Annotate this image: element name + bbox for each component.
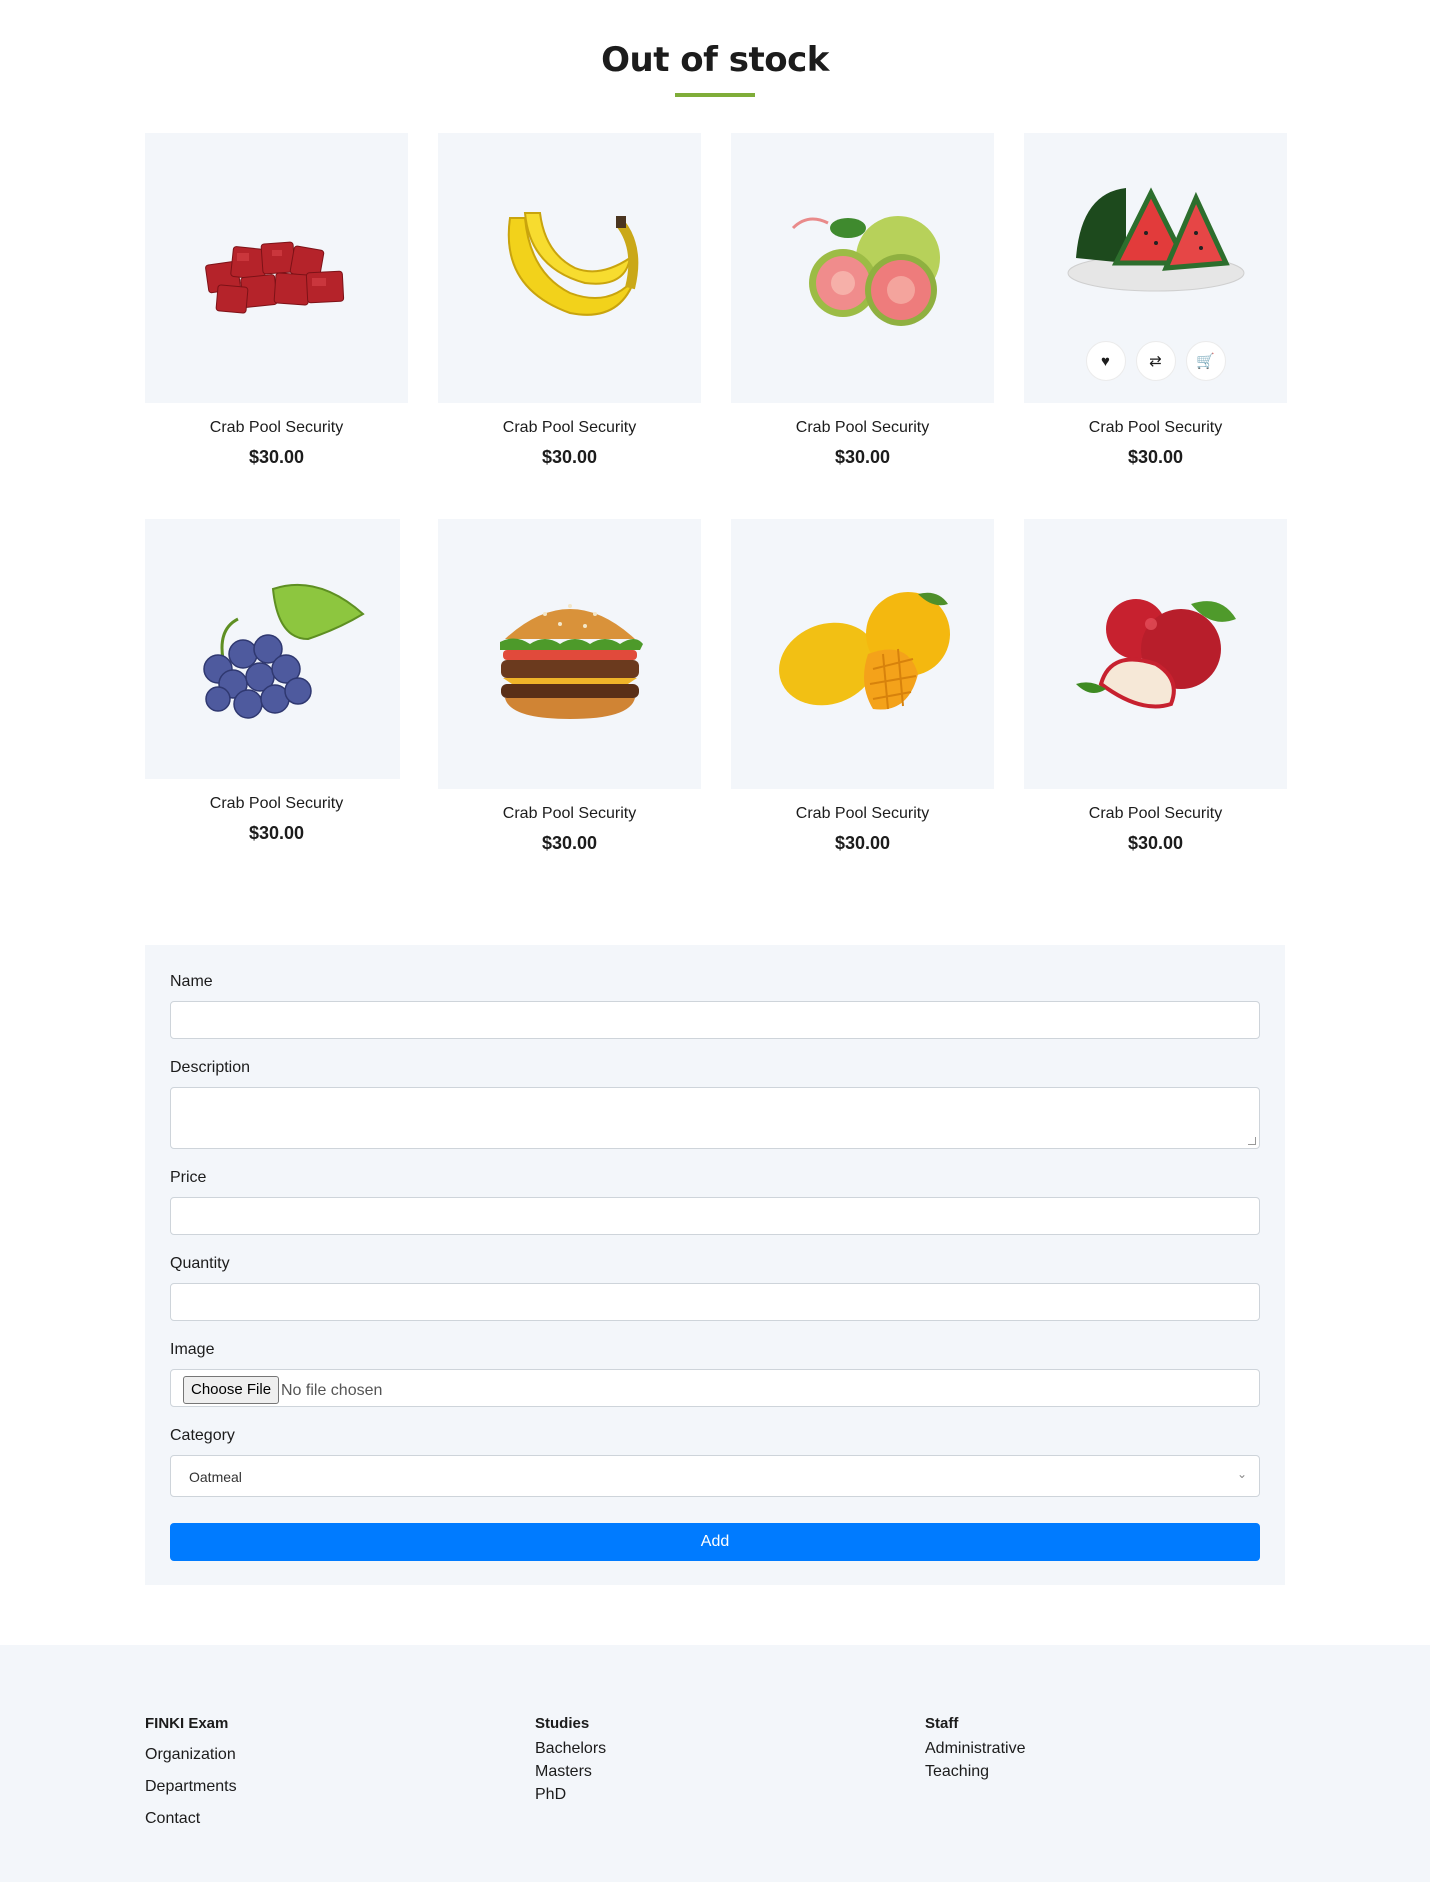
product-price: $30.00 xyxy=(541,447,598,467)
product-name[interactable]: Crab Pool Security xyxy=(731,419,994,437)
product-name[interactable]: Crab Pool Security xyxy=(1024,805,1287,823)
description-textarea[interactable] xyxy=(170,1087,1260,1149)
footer: FINKI Exam Organization Departments Cont… xyxy=(0,1645,1430,1882)
product-card[interactable]: Crab Pool Security $30.00 xyxy=(731,133,994,468)
product-card[interactable]: Crab Pool Security $30.00 xyxy=(1024,519,1287,854)
footer-link-organization[interactable]: Organization xyxy=(145,1746,237,1764)
watermelon-image xyxy=(1067,187,1244,292)
footer-heading: FINKI Exam xyxy=(145,1715,229,1732)
cart-icon[interactable]: 🛒 xyxy=(1185,341,1226,381)
product-price: $30.00 xyxy=(834,447,891,467)
product-image[interactable] xyxy=(731,133,994,403)
product-card[interactable]: ♥ ⇄ 🛒 Crab Pool Security $30.00 xyxy=(1024,133,1287,468)
product-card[interactable]: Crab Pool Security $30.00 xyxy=(145,133,408,468)
footer-link-teaching[interactable]: Teaching xyxy=(925,1763,1025,1781)
product-card[interactable]: Crab Pool Security $30.00 xyxy=(145,519,408,844)
add-product-form: Name Description Price Quantity Image Ch… xyxy=(145,945,1285,1585)
name-input[interactable] xyxy=(170,1001,1260,1039)
meat-image xyxy=(204,241,344,314)
apples-image xyxy=(1075,599,1236,709)
category-selected-value: Oatmeal xyxy=(189,1469,242,1485)
price-input[interactable] xyxy=(170,1197,1260,1235)
price-label: Price xyxy=(170,1169,207,1186)
footer-link-masters[interactable]: Masters xyxy=(535,1763,606,1781)
image-file-input[interactable]: Choose File No file chosen xyxy=(170,1369,1260,1407)
product-image[interactable] xyxy=(438,519,701,789)
footer-link-administrative[interactable]: Administrative xyxy=(925,1740,1025,1758)
name-label: Name xyxy=(170,973,213,990)
product-price: $30.00 xyxy=(1127,833,1184,853)
product-card[interactable]: Crab Pool Security $30.00 xyxy=(438,133,701,468)
resize-grip-icon[interactable] xyxy=(1248,1137,1256,1145)
product-price: $30.00 xyxy=(248,447,305,467)
retweet-icon[interactable]: ⇄ xyxy=(1135,341,1176,381)
grapes-image xyxy=(202,583,365,719)
product-card[interactable]: Crab Pool Security $30.00 xyxy=(731,519,994,854)
category-label: Category xyxy=(170,1427,235,1444)
footer-col-finki: FINKI Exam Organization Departments Cont… xyxy=(145,1715,237,1828)
image-label: Image xyxy=(170,1341,215,1358)
product-name[interactable]: Crab Pool Security xyxy=(731,805,994,823)
product-image[interactable] xyxy=(1024,519,1287,789)
quantity-label: Quantity xyxy=(170,1255,230,1272)
heart-icon[interactable]: ♥ xyxy=(1085,341,1126,381)
product-name[interactable]: Crab Pool Security xyxy=(1024,419,1287,437)
product-price: $30.00 xyxy=(248,823,305,843)
add-button[interactable]: Add xyxy=(170,1523,1260,1561)
footer-link-phd[interactable]: PhD xyxy=(535,1786,606,1804)
footer-heading: Staff xyxy=(925,1715,959,1732)
guava-image xyxy=(791,216,940,326)
product-name[interactable]: Crab Pool Security xyxy=(145,419,408,437)
product-image[interactable] xyxy=(731,519,994,789)
burger-image xyxy=(499,604,643,719)
footer-link-contact[interactable]: Contact xyxy=(145,1810,237,1828)
product-card[interactable]: Crab Pool Security $30.00 xyxy=(438,519,701,854)
product-name[interactable]: Crab Pool Security xyxy=(438,805,701,823)
footer-heading: Studies xyxy=(535,1715,590,1732)
description-label: Description xyxy=(170,1059,251,1076)
choose-file-button[interactable]: Choose File xyxy=(183,1376,280,1404)
product-image[interactable]: ♥ ⇄ 🛒 xyxy=(1024,133,1287,403)
product-name[interactable]: Crab Pool Security xyxy=(438,419,701,437)
product-price: $30.00 xyxy=(541,833,598,853)
product-image[interactable] xyxy=(145,133,408,403)
section-title: Out of stock xyxy=(601,40,829,80)
footer-col-staff: Staff Administrative Teaching xyxy=(925,1715,1025,1781)
category-select[interactable]: Oatmeal ⌄ xyxy=(170,1455,1260,1497)
quantity-input[interactable] xyxy=(170,1283,1260,1321)
product-name[interactable]: Crab Pool Security xyxy=(145,795,408,813)
mango-image xyxy=(778,592,950,710)
title-underline xyxy=(675,93,755,97)
footer-link-departments[interactable]: Departments xyxy=(145,1778,237,1796)
chevron-down-icon: ⌄ xyxy=(1236,1467,1247,1481)
product-actions: ♥ ⇄ 🛒 xyxy=(1024,341,1287,381)
product-image[interactable] xyxy=(145,519,400,779)
product-price: $30.00 xyxy=(834,833,891,853)
product-image[interactable] xyxy=(438,133,701,403)
file-status: No file chosen xyxy=(281,1382,383,1399)
product-price: $30.00 xyxy=(1127,447,1184,467)
banana-image xyxy=(507,212,638,316)
footer-col-studies: Studies Bachelors Masters PhD xyxy=(535,1715,606,1804)
footer-link-bachelors[interactable]: Bachelors xyxy=(535,1740,606,1758)
